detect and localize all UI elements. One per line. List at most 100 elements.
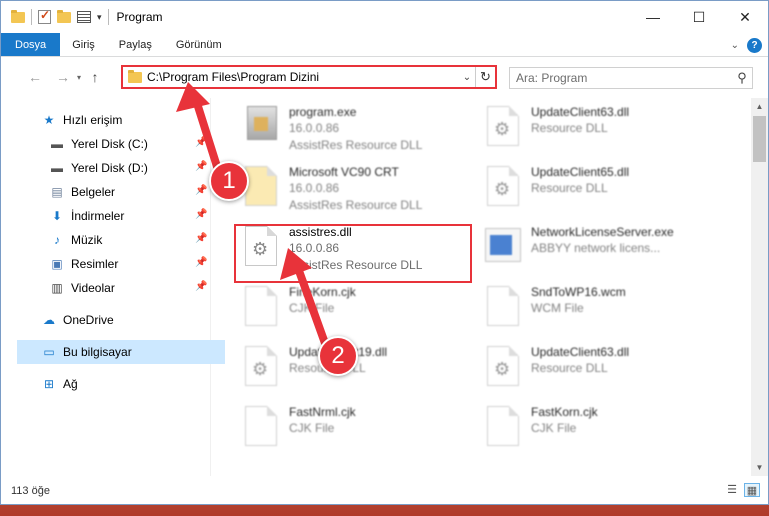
help-icon[interactable]: ? bbox=[747, 37, 762, 53]
drive-icon: ▬ bbox=[51, 161, 63, 175]
nav-label: Ağ bbox=[63, 377, 78, 391]
expand-ribbon-icon[interactable]: ⌄ bbox=[731, 40, 739, 51]
tab-home[interactable]: Giriş bbox=[60, 33, 107, 56]
recent-locations-icon[interactable]: ▾ bbox=[73, 73, 85, 82]
search-input[interactable] bbox=[516, 71, 732, 85]
program-exe-icon bbox=[241, 104, 281, 148]
scroll-down-icon[interactable]: ▼ bbox=[751, 459, 768, 476]
file-tile[interactable]: Microsoft VC90 CRT 16.0.0.86 AssistRes R… bbox=[241, 164, 481, 220]
file-tile[interactable]: ⚙ UpdateClient63.dll Resource DLL bbox=[483, 104, 723, 160]
minimize-button[interactable]: — bbox=[630, 1, 676, 33]
new-folder-icon[interactable] bbox=[57, 9, 71, 23]
file-tile[interactable]: ⚙ UpdateClient19.dll Resource DLL bbox=[241, 344, 481, 400]
nav-label: Yerel Disk (C:) bbox=[71, 137, 148, 151]
maximize-button[interactable]: ☐ bbox=[676, 1, 722, 33]
customize-toolbar-icon[interactable]: ▾ bbox=[97, 12, 102, 23]
nav-quick-access[interactable]: ★ Hızlı erişim bbox=[1, 108, 210, 132]
dll-file-icon: ⚙ bbox=[483, 164, 523, 208]
address-path[interactable]: C:\Program Files\Program Dizini bbox=[147, 70, 459, 84]
file-tile[interactable]: program.exe 16.0.0.86 AssistRes Resource… bbox=[241, 104, 481, 160]
computer-icon: ▭ bbox=[43, 345, 55, 359]
nav-downloads[interactable]: ⬇ İndirmeler 📌 bbox=[1, 204, 210, 228]
music-note-icon: ♪ bbox=[54, 233, 60, 247]
window-controls: — ☐ ✕ bbox=[630, 1, 768, 33]
pin-icon[interactable]: 📌 bbox=[195, 257, 207, 268]
ribbon-right-controls: ⌄ ? bbox=[731, 33, 762, 57]
search-icon[interactable]: ⚲ bbox=[732, 70, 752, 86]
step-marker-2: 2 bbox=[318, 336, 358, 376]
dll-file-icon: ⚙ bbox=[483, 104, 523, 148]
pin-icon[interactable]: 📌 bbox=[195, 185, 207, 196]
nav-local-disk-d[interactable]: ▬ Yerel Disk (D:) 📌 bbox=[1, 156, 210, 180]
nav-documents[interactable]: ▤ Belgeler 📌 bbox=[1, 180, 210, 204]
vertical-scrollbar[interactable]: ▲ ▼ bbox=[751, 98, 768, 476]
nav-label: Yerel Disk (D:) bbox=[71, 161, 148, 175]
folder-icon bbox=[11, 9, 25, 23]
tab-file[interactable]: Dosya bbox=[1, 33, 61, 56]
nav-network[interactable]: ⊞ Ağ bbox=[1, 372, 210, 396]
nav-label: İndirmeler bbox=[71, 209, 125, 223]
nav-label: Videolar bbox=[71, 281, 115, 295]
nav-pictures[interactable]: ▣ Resimler 📌 bbox=[1, 252, 210, 276]
tab-view[interactable]: Görünüm bbox=[164, 33, 234, 56]
back-icon[interactable]: ← bbox=[25, 69, 45, 85]
main-area: ★ Hızlı erişim ▬ Yerel Disk (C:) 📌 ▬ Yer… bbox=[1, 98, 768, 476]
generic-file-icon bbox=[483, 404, 523, 448]
toolbar-separator bbox=[31, 9, 32, 25]
scroll-thumb[interactable] bbox=[753, 116, 766, 162]
close-button[interactable]: ✕ bbox=[722, 1, 768, 33]
navigation-pane: ★ Hızlı erişim ▬ Yerel Disk (C:) 📌 ▬ Yer… bbox=[1, 98, 225, 476]
properties-check-icon[interactable] bbox=[38, 8, 51, 24]
pin-icon[interactable]: 📌 bbox=[195, 233, 207, 244]
title-bar: ▾ Program — ☐ ✕ bbox=[1, 1, 768, 33]
pin-icon[interactable]: 📌 bbox=[195, 137, 207, 148]
pin-icon[interactable]: 📌 bbox=[195, 161, 207, 172]
generic-file-icon bbox=[241, 284, 281, 328]
address-bar[interactable]: C:\Program Files\Program Dizini ⌄ ↻ bbox=[121, 65, 497, 89]
explorer-window: ▾ Program — ☐ ✕ Dosya Giriş Paylaş Görün… bbox=[0, 0, 769, 505]
folder-icon bbox=[128, 69, 142, 83]
nav-label: OneDrive bbox=[63, 313, 114, 327]
nav-local-disk-c[interactable]: ▬ Yerel Disk (C:) 📌 bbox=[1, 132, 210, 156]
file-tile[interactable]: FineKorn.cjk CJK File bbox=[241, 284, 481, 340]
file-tile[interactable]: SndToWP16.wcm WCM File bbox=[483, 284, 723, 340]
nav-label: Hızlı erişim bbox=[63, 113, 123, 127]
star-icon: ★ bbox=[43, 113, 55, 127]
ribbon-tabs: Dosya Giriş Paylaş Görünüm ⌄ ? bbox=[1, 33, 768, 57]
assistres-highlight-box bbox=[234, 224, 472, 283]
pin-icon[interactable]: 📌 bbox=[195, 281, 207, 292]
up-icon[interactable]: ↑ bbox=[85, 69, 105, 85]
nav-label: Resimler bbox=[71, 257, 119, 271]
address-dropdown-icon[interactable]: ⌄ bbox=[459, 72, 475, 83]
rename-icon[interactable] bbox=[77, 11, 91, 23]
nav-this-pc[interactable]: ▭ Bu bilgisayar bbox=[17, 340, 225, 364]
generic-file-icon bbox=[241, 404, 281, 448]
search-box[interactable]: ⚲ bbox=[509, 67, 753, 89]
scroll-up-icon[interactable]: ▲ bbox=[751, 98, 768, 115]
dll-file-icon: ⚙ bbox=[483, 344, 523, 388]
download-arrow-icon: ⬇ bbox=[51, 209, 63, 223]
nav-label: Belgeler bbox=[71, 185, 116, 199]
step-marker-1: 1 bbox=[209, 161, 249, 201]
file-tile[interactable]: FastKorn.cjk CJK File bbox=[483, 404, 723, 460]
file-list: program.exe 16.0.0.86 AssistRes Resource… bbox=[211, 98, 768, 476]
tiles-view-icon[interactable]: ▦ bbox=[744, 483, 760, 497]
address-row: ← → ▾ ↑ C:\Program Files\Program Dizini … bbox=[1, 57, 768, 97]
quick-access-toolbar: ▾ bbox=[1, 8, 109, 25]
nav-music[interactable]: ♪ Müzik 📌 bbox=[1, 228, 210, 252]
exe-app-icon bbox=[483, 224, 523, 268]
file-tile[interactable]: ⚙ UpdateClient65.dll Resource DLL bbox=[483, 164, 723, 220]
file-tile[interactable]: ⚙ UpdateClient63.dll Resource DLL bbox=[483, 344, 723, 400]
file-tile[interactable]: NetworkLicenseServer.exe ABBYY network l… bbox=[483, 224, 723, 280]
pin-icon[interactable]: 📌 bbox=[195, 209, 207, 220]
file-tile[interactable]: FastNrml.cjk CJK File bbox=[241, 404, 481, 460]
nav-onedrive[interactable]: ☁ OneDrive bbox=[1, 308, 210, 332]
nav-label: Müzik bbox=[71, 233, 103, 247]
refresh-icon[interactable]: ↻ bbox=[475, 67, 495, 87]
view-buttons: ☰ ▦ bbox=[724, 483, 760, 497]
forward-icon[interactable]: → bbox=[53, 69, 73, 85]
details-view-icon[interactable]: ☰ bbox=[724, 483, 740, 497]
tab-share[interactable]: Paylaş bbox=[107, 33, 164, 56]
cloud-icon: ☁ bbox=[43, 313, 55, 327]
nav-videos[interactable]: ▥ Videolar 📌 bbox=[1, 276, 210, 300]
